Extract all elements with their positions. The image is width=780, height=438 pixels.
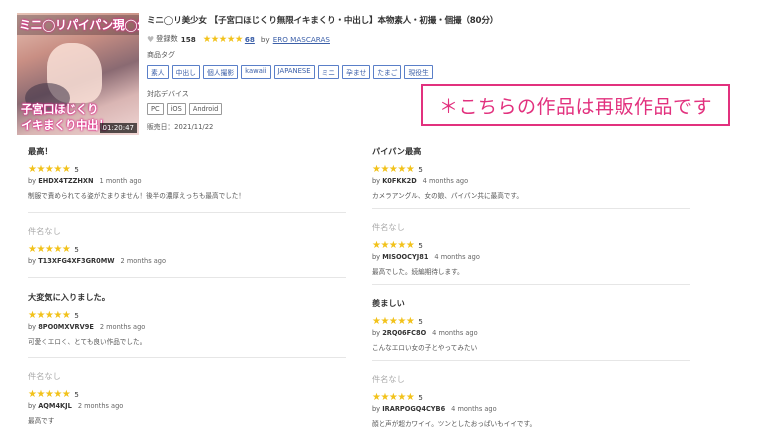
- review-body: 制服で責められてる姿がたまりません！後半の濃厚えっちも最高でした！: [28, 192, 245, 200]
- review-item: 件名なし ★★★★★ 5 by T13XFG4XF3GR0MW 2 months a…: [28, 225, 346, 270]
- review-user: K0FKK2D: [382, 177, 417, 185]
- resale-notice-text: ＊こちらの作品は再販作品です: [438, 95, 712, 118]
- review-user: IRARPOGQ4CYB6: [382, 405, 446, 413]
- review-score: 5: [418, 241, 423, 250]
- review-author: by EHDX4TZZHXN 1 month ago: [28, 177, 142, 185]
- device-badge: PC: [147, 103, 164, 115]
- tag-link[interactable]: 中出し: [171, 65, 200, 79]
- product-thumbnail[interactable]: ミニ◯リパイパン現◯生 子宮口ほじくり イキまくり中出し 01:20:47: [17, 13, 139, 135]
- review-stars-icon: ★★★★★: [28, 310, 71, 321]
- thumbnail-overlay-top-text: ミニ◯リパイパン現◯生: [19, 18, 139, 32]
- review-time: 4 months ago: [422, 177, 469, 185]
- tag-link[interactable]: JAPANESE: [273, 65, 315, 79]
- tag-link[interactable]: 素人: [147, 65, 169, 79]
- review-user: 8PO0MXVRV9E: [38, 323, 94, 331]
- review-time: 2 months ago: [99, 323, 146, 331]
- review-divider: [28, 277, 346, 278]
- tag-link[interactable]: 現役生: [404, 65, 433, 79]
- review-item: 最高！ ★★★★★ 5 by EHDX4TZZHXN 1 month ago 制服で…: [28, 145, 346, 200]
- by-label: by: [260, 34, 270, 44]
- tag-link[interactable]: ミニ: [317, 65, 340, 79]
- review-author: by MISOOCYJ81 4 months ago: [372, 253, 480, 261]
- tag-link[interactable]: 孕ませ: [342, 65, 371, 79]
- review-title: 最高！: [28, 146, 53, 156]
- review-author: by IRARPOGQ4CYB6 4 months ago: [372, 405, 497, 413]
- review-time: 4 months ago: [432, 329, 478, 337]
- tag-link[interactable]: たまご: [373, 65, 402, 79]
- review-stars-icon: ★★★★★: [28, 389, 71, 400]
- review-author: by 2RQ06FC8O 4 months ago: [372, 329, 478, 337]
- device-badge: Android: [188, 103, 223, 115]
- review-user: AQM4KJL: [38, 402, 72, 410]
- review-body: 顔と声が超カワイイ。ツンとしたおっぱいもイイです。: [372, 420, 537, 428]
- thumbnail-overlay-line2: イキまくり中出し: [21, 118, 110, 132]
- heart-icon[interactable]: ♥: [147, 35, 154, 44]
- review-body: こんなエロい女の子とやってみたい: [372, 344, 478, 352]
- favorites-label: 登録数: [156, 34, 178, 43]
- video-duration: 01:20:47: [99, 123, 137, 133]
- review-item: 件名なし ★★★★★ 5 by MISOOCYJ81 4 months ago 最高…: [372, 221, 690, 276]
- rating-stars-icon: ★★★★★: [202, 33, 244, 45]
- review-time: 1 month ago: [99, 177, 142, 185]
- review-stars-icon: ★★★★★: [28, 244, 71, 255]
- review-title: 件名なし: [28, 226, 61, 236]
- review-divider: [372, 360, 690, 361]
- review-score: 5: [418, 317, 423, 326]
- review-divider: [28, 357, 346, 358]
- review-title: パイパン最高: [372, 146, 422, 156]
- review-body: カメラアングル、女の娘、パイパン共に最高です。: [372, 192, 523, 200]
- review-stars-icon: ★★★★★: [372, 240, 415, 251]
- review-body: 可愛くエロく、とても良い作品でした。: [28, 338, 147, 346]
- resale-notice: ＊こちらの作品は再販作品です: [421, 84, 730, 126]
- review-author: by AQM4KJL 2 months ago: [28, 402, 124, 410]
- review-user: 2RQ06FC8O: [382, 329, 427, 337]
- review-score: 5: [418, 165, 423, 174]
- review-score: 5: [74, 165, 79, 174]
- review-user: EHDX4TZZHXN: [38, 177, 94, 185]
- review-score: 5: [74, 245, 79, 254]
- review-stars-icon: ★★★★★: [372, 392, 415, 403]
- review-title: 件名なし: [372, 222, 405, 232]
- review-stars-icon: ★★★★★: [28, 164, 71, 175]
- tag-list: 素人 中出し 個人撮影 kawaii JAPANESE ミニ 孕ませ たまご 現…: [147, 65, 767, 79]
- review-time: 4 months ago: [434, 253, 480, 261]
- tag-link[interactable]: kawaii: [241, 65, 271, 79]
- review-item: 件名なし ★★★★★ 5 by AQM4KJL 2 months ago 最高です: [28, 370, 346, 425]
- review-user: MISOOCYJ81: [382, 253, 429, 261]
- review-title: 件名なし: [28, 371, 61, 381]
- review-divider: [28, 212, 346, 213]
- maker-link[interactable]: ERO MASCARAS: [273, 35, 330, 44]
- review-divider: [372, 208, 690, 209]
- device-badge: iOS: [166, 103, 186, 115]
- review-author: by T13XFG4XF3GR0MW 2 months ago: [28, 257, 167, 265]
- tags-label: 商品タグ: [147, 51, 175, 59]
- review-body: 最高です: [28, 417, 55, 425]
- review-stars-icon: ★★★★★: [372, 164, 415, 175]
- review-author: by K0FKK2D 4 months ago: [372, 177, 469, 185]
- thumbnail-overlay-line1: 子宮口ほじくり: [21, 102, 99, 116]
- review-score: 5: [74, 390, 79, 399]
- review-score: 5: [418, 393, 423, 402]
- review-time: 2 months ago: [77, 402, 124, 410]
- review-stars-icon: ★★★★★: [372, 316, 415, 327]
- review-title: 大変気に入りました。: [28, 292, 110, 302]
- review-score: 5: [74, 311, 79, 320]
- review-time: 4 months ago: [451, 405, 497, 413]
- product-title: ミニ◯リ美少女 【子宮口ほじくり無限イキまくり・中出し】本物素人・初撮・個撮（8…: [147, 16, 499, 26]
- review-item: パイパン最高 ★★★★★ 5 by K0FKK2D 4 months ago カメラ…: [372, 145, 690, 200]
- tag-link[interactable]: 個人撮影: [202, 65, 239, 79]
- review-user: T13XFG4XF3GR0MW: [38, 257, 115, 265]
- review-item: 大変気に入りました。 ★★★★★ 5 by 8PO0MXVRV9E 2 months…: [28, 291, 346, 346]
- favorites-count: 158: [180, 34, 196, 44]
- review-title: 羨ましい: [372, 298, 405, 308]
- review-body: 最高でした。続編期待します。: [372, 268, 464, 276]
- rating-count-link[interactable]: 68: [245, 35, 255, 44]
- review-author: by 8PO0MXVRV9E 2 months ago: [28, 323, 146, 331]
- review-item: 件名なし ★★★★★ 5 by IRARPOGQ4CYB6 4 months ago…: [372, 373, 690, 428]
- review-title: 件名なし: [372, 374, 405, 384]
- review-item: 羨ましい ★★★★★ 5 by 2RQ06FC8O 4 months ago こんな…: [372, 297, 690, 352]
- review-divider: [372, 284, 690, 285]
- product-meta-row: ♥ 登録数 158 ★★★★★ 68 by ERO MASCARAS: [147, 33, 767, 45]
- review-time: 2 months ago: [120, 257, 167, 265]
